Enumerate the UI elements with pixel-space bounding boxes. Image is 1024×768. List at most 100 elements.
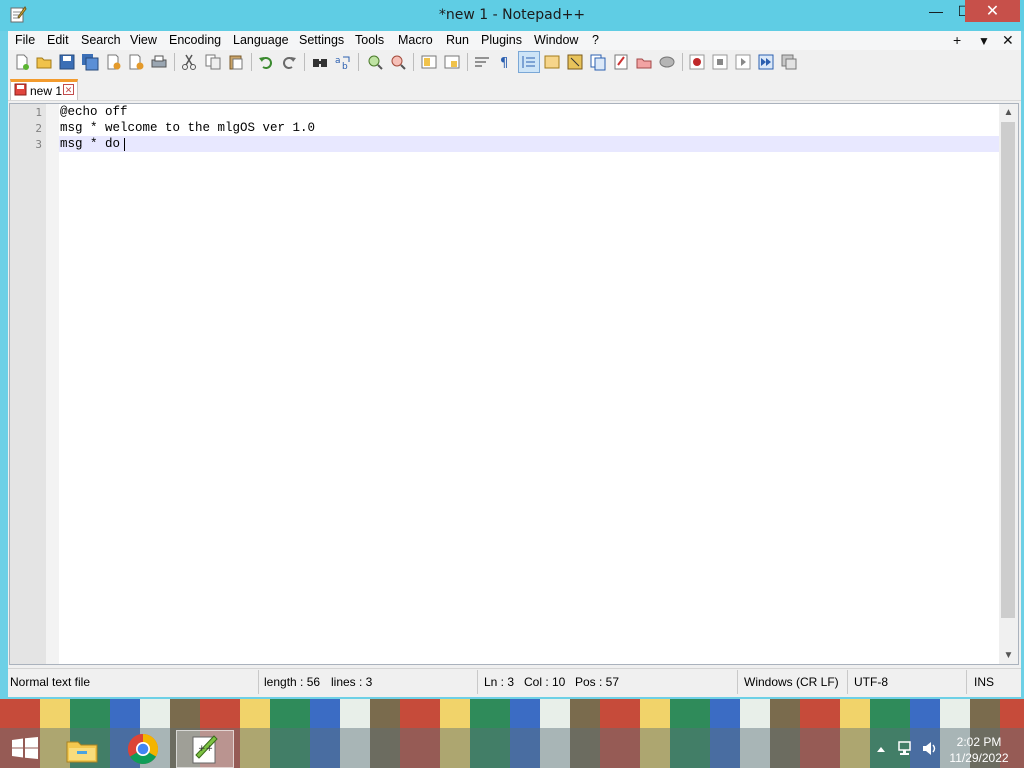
tab-close-icon[interactable]: ✕ bbox=[63, 84, 74, 95]
file-explorer-icon bbox=[66, 741, 98, 763]
print-icon[interactable] bbox=[150, 53, 168, 71]
line-number-margin bbox=[10, 104, 46, 664]
redo-icon[interactable] bbox=[280, 53, 298, 71]
record-macro-icon[interactable] bbox=[688, 53, 706, 71]
menu-macro[interactable]: Macro bbox=[398, 33, 433, 47]
status-position: Pos : 57 bbox=[575, 675, 620, 689]
word-wrap-icon[interactable] bbox=[473, 53, 491, 71]
status-separator bbox=[737, 670, 738, 694]
close-window-button[interactable]: ✕ bbox=[965, 0, 1020, 22]
svg-text:¶: ¶ bbox=[500, 56, 508, 71]
menu-settings[interactable]: Settings bbox=[299, 33, 344, 47]
toolbar-separator bbox=[682, 53, 683, 71]
scroll-up-arrow-icon[interactable]: ▲ bbox=[999, 104, 1018, 121]
sync-horizontal-icon[interactable] bbox=[443, 53, 461, 71]
run-macro-multiple-icon[interactable] bbox=[757, 53, 775, 71]
menu-view[interactable]: View bbox=[130, 33, 157, 47]
monitoring-icon[interactable] bbox=[635, 53, 653, 71]
editor-pane[interactable] bbox=[9, 103, 1019, 665]
menu-file[interactable]: File bbox=[15, 33, 35, 47]
line-number: 2 bbox=[35, 122, 42, 135]
status-insert-mode[interactable]: INS bbox=[974, 675, 994, 689]
copy-icon[interactable] bbox=[204, 53, 222, 71]
tab-strip bbox=[8, 77, 1021, 101]
show-all-characters-icon[interactable]: ¶ bbox=[496, 53, 514, 71]
zoom-out-icon[interactable] bbox=[389, 53, 407, 71]
code-line[interactable]: msg * welcome to the mlgOS ver 1.0 bbox=[60, 121, 315, 135]
cut-icon[interactable] bbox=[180, 53, 198, 71]
zoom-in-icon[interactable] bbox=[366, 53, 384, 71]
line-number: 3 bbox=[35, 138, 42, 151]
windows-start-icon[interactable] bbox=[11, 737, 39, 759]
status-file-type: Normal text file bbox=[10, 675, 91, 689]
scroll-down-arrow-icon[interactable]: ▼ bbox=[999, 647, 1018, 664]
toggle-panel-icon[interactable] bbox=[658, 53, 676, 71]
function-list-icon[interactable] bbox=[589, 53, 607, 71]
menu-plugins[interactable]: Plugins bbox=[481, 33, 522, 47]
status-separator bbox=[847, 670, 848, 694]
save-icon[interactable] bbox=[58, 53, 76, 71]
toolbar-separator bbox=[413, 53, 414, 71]
window-title: *new 1 - Notepad++ bbox=[438, 7, 586, 23]
replace-icon[interactable]: ab bbox=[334, 53, 352, 71]
tab-list-dropdown[interactable]: ▼ bbox=[978, 34, 990, 48]
save-macro-icon[interactable] bbox=[780, 53, 798, 71]
sync-vertical-icon[interactable] bbox=[420, 53, 438, 71]
toolbar-separator bbox=[467, 53, 468, 71]
find-icon[interactable] bbox=[311, 53, 329, 71]
code-line[interactable]: @echo off bbox=[60, 105, 128, 119]
stop-recording-icon[interactable] bbox=[711, 53, 729, 71]
notepad-plus-plus-icon: ++ bbox=[192, 735, 218, 764]
status-column: Col : 10 bbox=[524, 675, 566, 689]
status-encoding[interactable]: UTF-8 bbox=[854, 675, 888, 689]
status-separator bbox=[258, 670, 259, 694]
current-line-highlight bbox=[59, 136, 999, 152]
user-defined-language-icon[interactable] bbox=[543, 53, 561, 71]
menu-search[interactable]: Search bbox=[81, 33, 121, 47]
status-line-number: Ln : 3 bbox=[484, 675, 515, 689]
document-map-icon[interactable] bbox=[566, 53, 584, 71]
svg-text:a: a bbox=[335, 56, 341, 66]
new-file-icon[interactable] bbox=[13, 53, 31, 71]
indent-guide-icon[interactable] bbox=[520, 53, 538, 71]
status-separator bbox=[966, 670, 967, 694]
show-hidden-icons-icon[interactable] bbox=[876, 745, 886, 753]
volume-icon[interactable] bbox=[921, 740, 939, 757]
clock-date: 11/29/2022 bbox=[949, 751, 1009, 765]
toolbar-separator bbox=[358, 53, 359, 71]
menu-window[interactable]: Window bbox=[534, 33, 578, 47]
save-all-icon[interactable] bbox=[81, 53, 99, 71]
status-length: length : 56 bbox=[264, 675, 321, 689]
status-eol-format[interactable]: Windows (CR LF) bbox=[744, 675, 839, 689]
clock-time: 2:02 PM bbox=[956, 735, 1002, 749]
toolbar-separator bbox=[251, 53, 252, 71]
play-macro-icon[interactable] bbox=[734, 53, 752, 71]
svg-text:b: b bbox=[342, 62, 348, 71]
open-file-icon[interactable] bbox=[35, 53, 53, 71]
new-tab-button[interactable]: + bbox=[953, 32, 961, 48]
menu-encoding[interactable]: Encoding bbox=[169, 33, 221, 47]
taskbar-clock[interactable]: 2:02 PM 11/29/2022 bbox=[944, 734, 1014, 766]
scrollbar-thumb[interactable] bbox=[1001, 122, 1015, 618]
paste-icon[interactable] bbox=[227, 53, 245, 71]
network-icon[interactable] bbox=[897, 740, 915, 757]
unsaved-file-icon bbox=[14, 83, 27, 96]
status-separator bbox=[477, 670, 478, 694]
menu-run[interactable]: Run bbox=[446, 33, 469, 47]
undo-icon[interactable] bbox=[257, 53, 275, 71]
menu-language[interactable]: Language bbox=[233, 33, 289, 47]
menu-edit[interactable]: Edit bbox=[47, 33, 69, 47]
fold-margin[interactable] bbox=[46, 104, 59, 664]
toolbar-separator bbox=[304, 53, 305, 71]
code-line[interactable]: msg * do bbox=[60, 137, 120, 151]
close-tab-button[interactable]: ✕ bbox=[1002, 32, 1014, 49]
menu-tools[interactable]: Tools bbox=[355, 33, 384, 47]
folder-as-workspace-icon[interactable] bbox=[612, 53, 630, 71]
line-number: 1 bbox=[35, 106, 42, 119]
text-caret bbox=[124, 138, 125, 151]
svg-text:++: ++ bbox=[198, 744, 213, 754]
close-all-icon[interactable] bbox=[127, 53, 145, 71]
menu-help[interactable]: ? bbox=[592, 33, 599, 47]
close-file-icon[interactable] bbox=[104, 53, 122, 71]
toolbar-separator bbox=[174, 53, 175, 71]
